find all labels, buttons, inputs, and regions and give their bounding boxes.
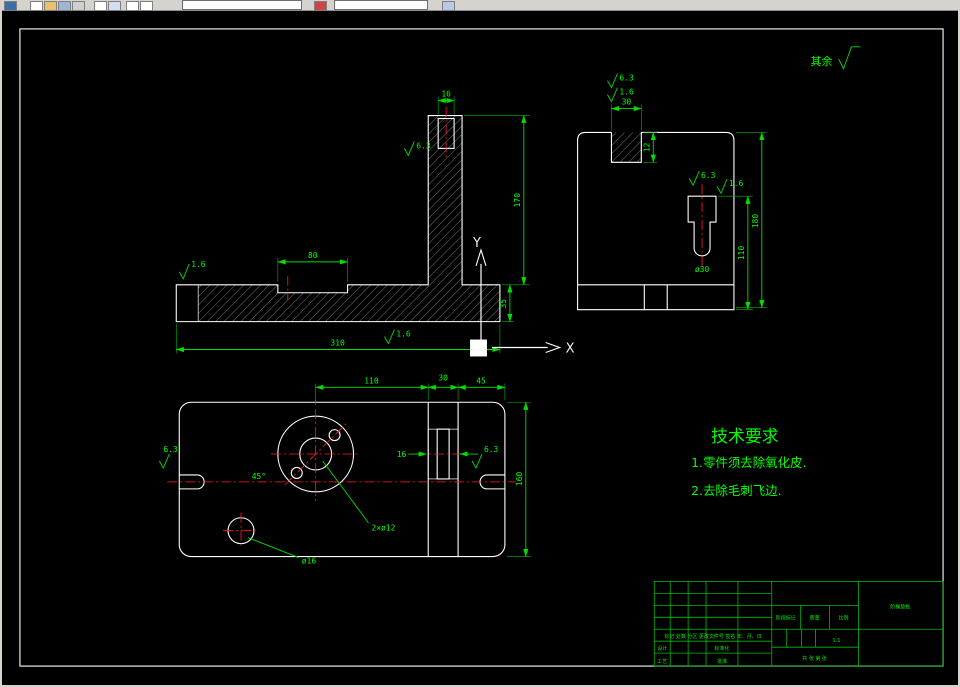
layer-dropdown[interactable] bbox=[182, 0, 302, 10]
finish-side-a[interactable]: 6.3 bbox=[619, 74, 634, 83]
finish-plan-left[interactable]: 6.3 bbox=[163, 445, 178, 454]
dim-plan-hole-label[interactable]: ø16 bbox=[302, 557, 317, 566]
title-block-header-row: 标记 处数 分区 更改文件号 签名 年、月、日 bbox=[664, 633, 761, 640]
dim-plan-top-mid[interactable]: 30 bbox=[438, 373, 448, 382]
front-view[interactable]: 16 80 310 170 35 1.6 1.6 6.3 bbox=[175, 90, 530, 354]
dim-plan-angle[interactable]: 45° bbox=[252, 472, 266, 481]
finish-side-bore[interactable]: 6.3 bbox=[701, 171, 716, 180]
dim-side-slot-depth[interactable]: 12 bbox=[642, 142, 651, 152]
save-icon[interactable] bbox=[58, 1, 71, 11]
drawing-canvas[interactable]: 16 80 310 170 35 1.6 1.6 6.3 30 6.3 1.6 … bbox=[2, 11, 958, 685]
title-block-approve-label: 批准 bbox=[717, 658, 727, 665]
title-block[interactable]: 标记 处数 分区 更改文件号 签名 年、月、日 设计 标准化 工艺 批准 阶段标… bbox=[653, 581, 944, 667]
dim-front-hole-width[interactable]: 16 bbox=[441, 90, 451, 99]
finish-front-bottom[interactable]: 1.6 bbox=[396, 330, 411, 339]
finish-side-b[interactable]: 1.6 bbox=[619, 88, 634, 97]
title-block-stage-label: 阶段标记 bbox=[776, 614, 796, 621]
tech-req-item-2[interactable]: 2.去除毛刺飞边. bbox=[691, 483, 781, 498]
title-block-sheet-info: 共 张 第 张 bbox=[802, 655, 827, 662]
dim-plan-top-right[interactable]: 45 bbox=[476, 376, 486, 385]
finish-front-left[interactable]: 1.6 bbox=[191, 260, 206, 269]
title-block-craft-label: 工艺 bbox=[657, 659, 667, 665]
toolbar bbox=[2, 0, 958, 11]
cut-icon[interactable] bbox=[126, 1, 139, 11]
title-block-standard-label: 标准化 bbox=[715, 645, 730, 652]
title-block-part-name: 阶梯垫板 bbox=[890, 603, 910, 610]
plan-view[interactable]: 110 30 45 160 45° 2×ø12 ø16 16 6.3 6.3 bbox=[158, 373, 531, 566]
dim-side-overall-height[interactable]: 180 bbox=[751, 214, 760, 229]
app-icon[interactable] bbox=[4, 1, 17, 11]
dim-plan-bolt-label[interactable]: 2×ø12 bbox=[371, 524, 395, 533]
finish-side-bore2[interactable]: 1.6 bbox=[729, 179, 744, 188]
finish-plan-right[interactable]: 6.3 bbox=[484, 445, 499, 454]
dim-plan-strip[interactable]: 16 bbox=[397, 450, 407, 459]
title-block-design-label: 设计 bbox=[657, 645, 667, 652]
open-folder-icon[interactable] bbox=[44, 1, 57, 11]
title-block-weight-label: 质量 bbox=[810, 614, 820, 621]
ucs-y-label: Y bbox=[472, 236, 481, 251]
dim-side-inner-height[interactable]: 110 bbox=[737, 246, 746, 261]
side-outline[interactable] bbox=[577, 131, 735, 311]
new-document-icon[interactable] bbox=[30, 1, 43, 11]
dim-plan-top-left[interactable]: 110 bbox=[364, 376, 379, 385]
dim-front-groove[interactable]: 80 bbox=[308, 251, 318, 260]
finish-front-column[interactable]: 6.3 bbox=[416, 141, 431, 150]
ucs-origin-box bbox=[470, 339, 487, 357]
dim-front-width[interactable]: 310 bbox=[330, 339, 345, 348]
properties-icon[interactable] bbox=[108, 1, 121, 11]
cad-window: 16 80 310 170 35 1.6 1.6 6.3 30 6.3 1.6 … bbox=[0, 0, 960, 687]
print-icon[interactable] bbox=[72, 1, 85, 11]
dim-plan-right-height[interactable]: 160 bbox=[515, 472, 524, 487]
preview-icon[interactable] bbox=[94, 1, 107, 11]
dim-side-slot-width[interactable]: 30 bbox=[622, 98, 632, 107]
dim-front-height[interactable]: 170 bbox=[513, 193, 522, 208]
copy-icon[interactable] bbox=[140, 1, 153, 11]
surface-note-label[interactable]: 其余 bbox=[811, 54, 833, 68]
color-control-icon[interactable] bbox=[314, 1, 327, 11]
title-block-scale-value: 1:1 bbox=[833, 638, 841, 644]
tech-requirements[interactable]: 技术要求 1.零件须去除氧化皮. 2.去除毛刺飞边. bbox=[691, 426, 806, 498]
tool-icon[interactable] bbox=[442, 1, 455, 11]
ucs-x-label: X bbox=[566, 341, 575, 356]
title-block-scale-label: 比例 bbox=[839, 614, 849, 621]
dim-side-bore-dia[interactable]: ø30 bbox=[695, 265, 710, 274]
dim-front-thickness[interactable]: 35 bbox=[499, 299, 508, 309]
surface-note[interactable]: 其余 bbox=[811, 46, 861, 70]
side-view[interactable]: 30 6.3 1.6 12 110 180 ø30 6.3 1.6 bbox=[577, 73, 767, 311]
linetype-dropdown[interactable] bbox=[334, 0, 428, 10]
tech-req-item-1[interactable]: 1.零件须去除氧化皮. bbox=[691, 455, 806, 470]
tech-req-title[interactable]: 技术要求 bbox=[711, 426, 779, 446]
